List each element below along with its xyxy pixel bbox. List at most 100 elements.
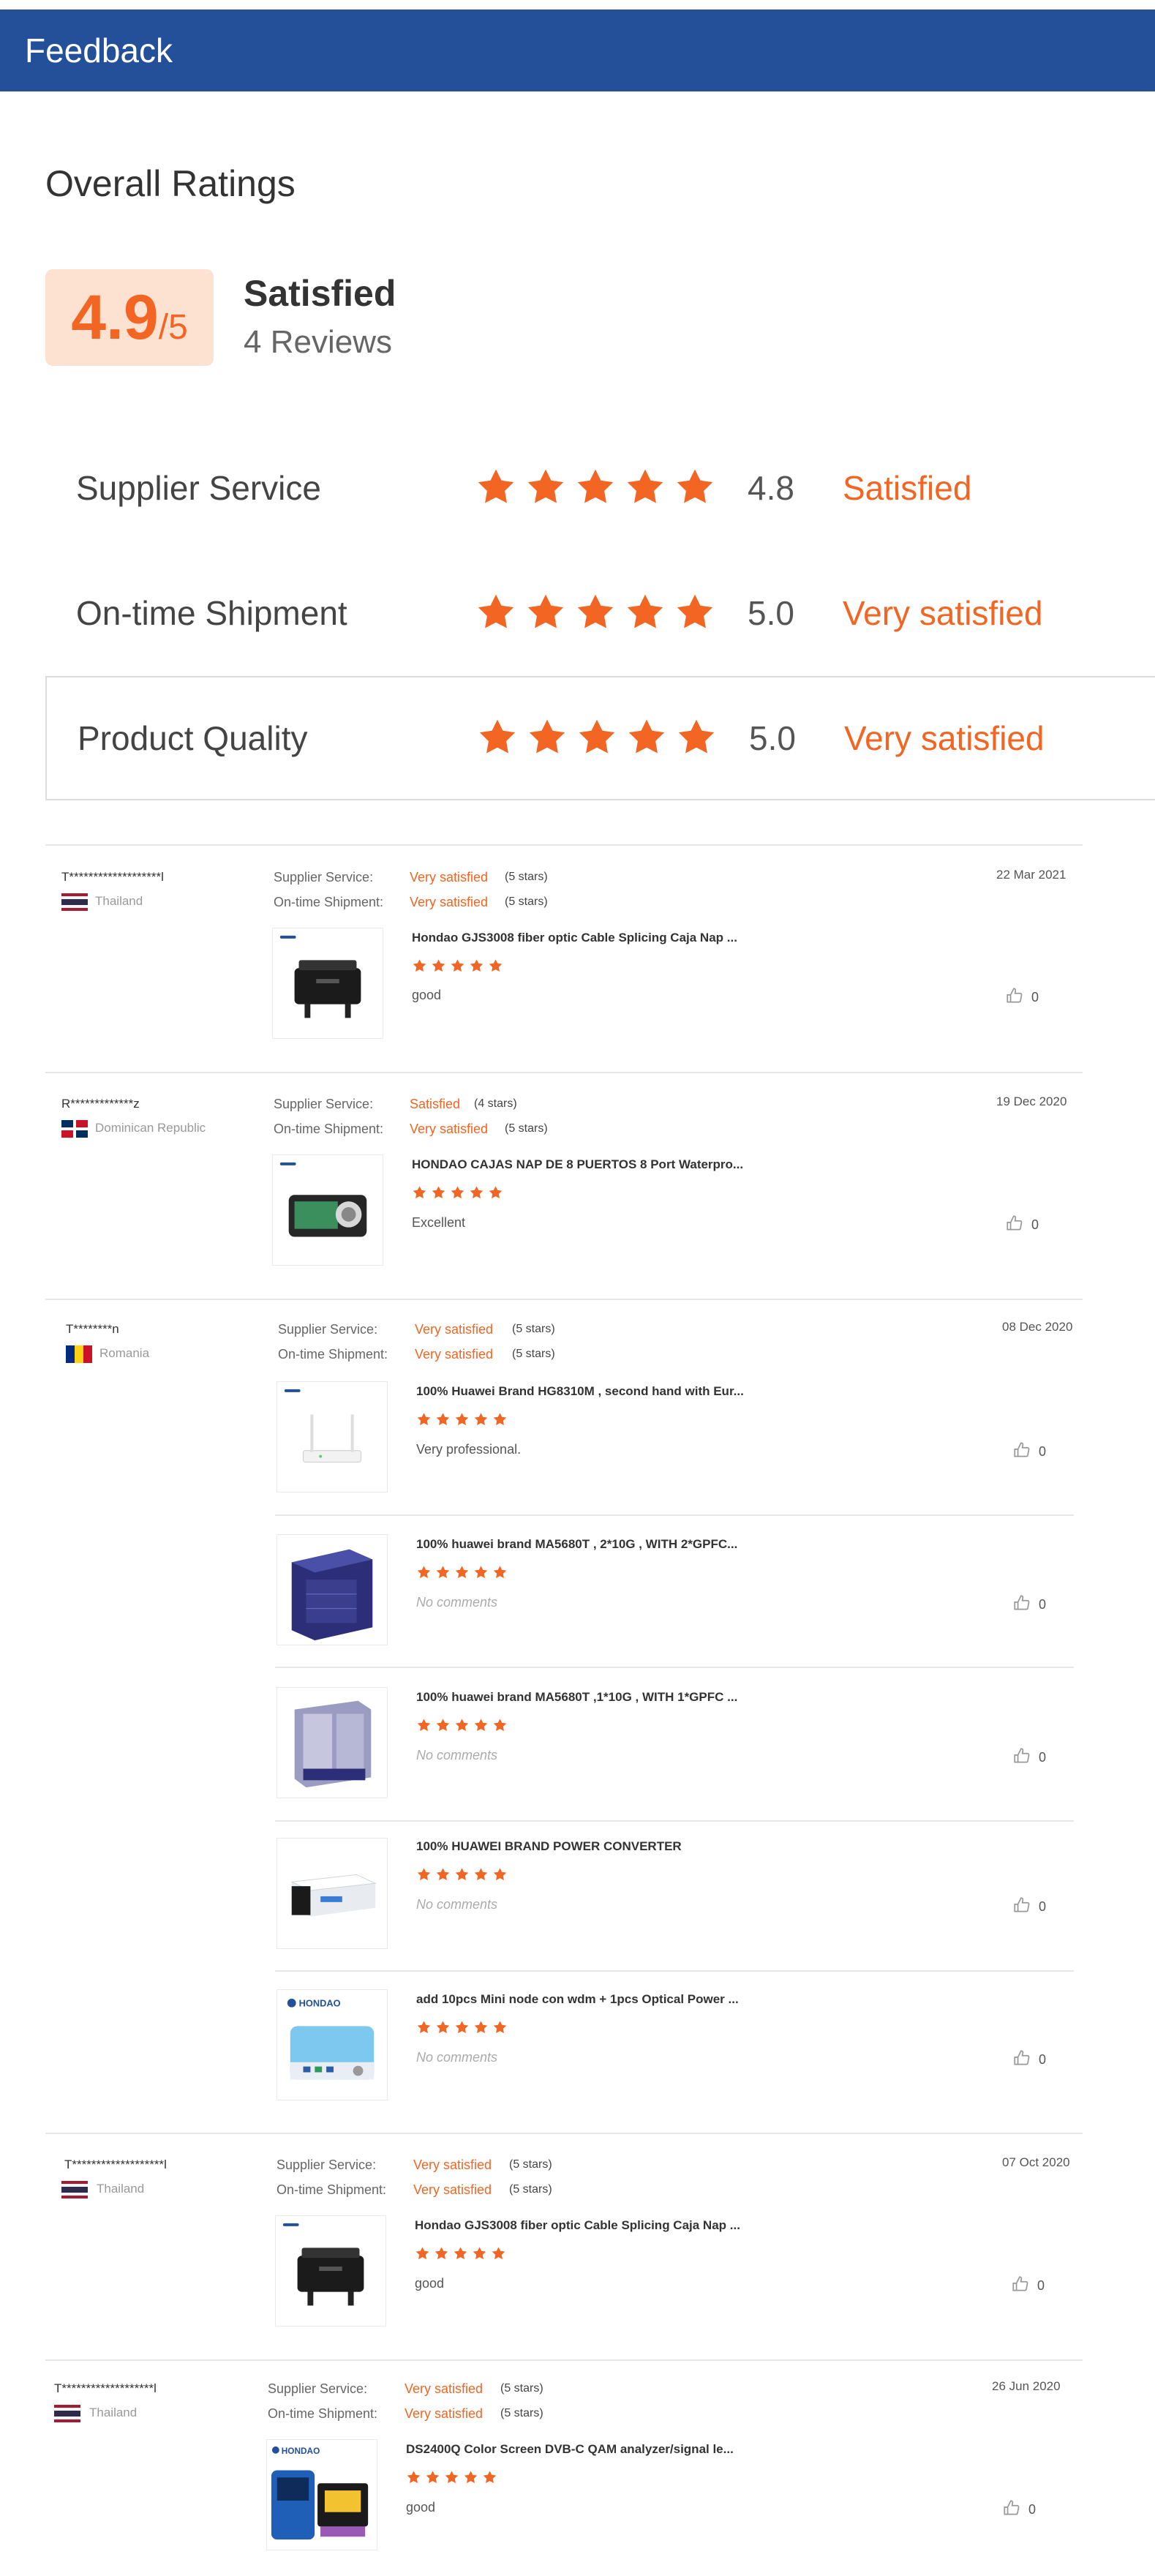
shipment-value: Very satisfied: [413, 2182, 492, 2197]
flag-romania-icon: [66, 1345, 92, 1363]
product-thumbnail[interactable]: HONDAO: [266, 2439, 377, 2550]
product-title[interactable]: 100% HUAWEI BRAND POWER CONVERTER: [416, 1839, 682, 1854]
like-count: 0: [1039, 2052, 1047, 2067]
like-count: 0: [1039, 1899, 1047, 1914]
review-comment: No comments: [416, 1897, 498, 1912]
star-icon: [474, 1413, 488, 1425]
supplier-service-value: Very satisfied: [405, 2381, 484, 2396]
metric-label: Product Quality: [78, 719, 308, 757]
supplier-service-value: Very satisfied: [413, 2158, 492, 2172]
star-icon: [493, 2021, 507, 2033]
supplier-service-stars: (5 stars): [512, 1323, 555, 1335]
svg-text:HONDAO: HONDAO: [282, 2446, 320, 2456]
star-icon: [527, 594, 564, 628]
star-icon: [627, 469, 663, 503]
product-title[interactable]: 100% huawei brand MA5680T ,1*10G , WITH …: [416, 1690, 737, 1705]
star-icon: [470, 959, 484, 972]
like-button[interactable]: 0: [1012, 1896, 1046, 1918]
thumbs-up-icon: [1012, 1896, 1031, 1918]
star-icon: [436, 1566, 450, 1578]
thumbs-up-icon: [1012, 2049, 1031, 2071]
product-thumbnail[interactable]: [276, 1381, 388, 1492]
item-divider: [275, 1820, 1074, 1822]
metric-label: Supplier Service: [76, 469, 321, 507]
review-comment: good: [406, 2500, 436, 2515]
product-title[interactable]: 100% Huawei Brand HG8310M , second hand …: [416, 1384, 744, 1399]
product-title[interactable]: 100% huawei brand MA5680T , 2*10G , WITH…: [416, 1537, 737, 1552]
product-title[interactable]: Hondao GJS3008 fiber optic Cable Splicin…: [415, 2218, 740, 2233]
flag-thailand-icon: [61, 2181, 88, 2198]
review-comment: No comments: [416, 1595, 498, 1610]
product-stars: [412, 1185, 503, 1201]
star-icon: [464, 2471, 478, 2483]
supplier-service-value: Very satisfied: [410, 870, 489, 885]
overall-score-max: /5: [158, 308, 188, 347]
like-button[interactable]: 0: [1011, 2275, 1045, 2297]
thumbs-up-icon: [1011, 2275, 1030, 2297]
star-icon: [432, 959, 445, 972]
star-icon: [579, 719, 615, 754]
metric-sentiment: Very satisfied: [843, 594, 1043, 632]
star-icon: [426, 2471, 440, 2483]
metric-stars: [474, 592, 717, 634]
product-thumbnail[interactable]: [276, 1687, 388, 1798]
star-icon: [577, 594, 614, 628]
star-icon: [493, 1566, 507, 1578]
like-button[interactable]: 0: [1012, 1441, 1046, 1463]
item-divider: [275, 1970, 1074, 1972]
product-thumbnail[interactable]: HONDAO: [276, 1989, 388, 2100]
star-icon: [489, 959, 503, 972]
product-title[interactable]: DS2400Q Color Screen DVB-C QAM analyzer/…: [406, 2442, 734, 2457]
metric-product-quality[interactable]: Product Quality 5.0 Very satisfied: [45, 676, 1155, 800]
product-title[interactable]: HONDAO CAJAS NAP DE 8 PUERTOS 8 Port Wat…: [412, 1157, 743, 1172]
product-thumbnail[interactable]: [272, 1154, 383, 1266]
supplier-service-stars: (5 stars): [500, 2382, 543, 2395]
like-count: 0: [1039, 1750, 1047, 1765]
product-title[interactable]: Hondao GJS3008 fiber optic Cable Splicin…: [412, 931, 737, 945]
review-date: 26 Jun 2020: [992, 2379, 1061, 2393]
metric-value: 5.0: [749, 719, 796, 757]
supplier-service-stars: (5 stars): [505, 871, 548, 883]
like-button[interactable]: 0: [1005, 1214, 1039, 1236]
like-button[interactable]: 0: [1005, 986, 1039, 1009]
divider: [45, 1299, 1083, 1300]
divider: [45, 844, 1083, 846]
product-thumbnail[interactable]: [272, 928, 383, 1039]
star-icon: [492, 2247, 505, 2259]
star-icon: [529, 719, 565, 754]
review-comment: good: [415, 2276, 445, 2291]
review-comment: good: [412, 988, 442, 1002]
star-icon: [479, 719, 516, 754]
divider: [45, 1072, 1083, 1073]
like-button[interactable]: 0: [1012, 1746, 1046, 1769]
star-icon: [455, 1719, 469, 1731]
like-button[interactable]: 0: [1012, 1593, 1046, 1616]
thumbs-up-icon: [1002, 2498, 1021, 2521]
shipment-value: Very satisfied: [410, 1122, 489, 1136]
star-icon: [451, 959, 464, 972]
review-date: 19 Dec 2020: [996, 1094, 1067, 1108]
svg-text:HONDAO: HONDAO: [299, 1998, 341, 2009]
review-date: 22 Mar 2021: [996, 868, 1066, 882]
reviewer-country: Romania: [99, 1346, 150, 1360]
product-title[interactable]: add 10pcs Mini node con wdm + 1pcs Optic…: [416, 1992, 739, 2007]
review-comment: Very professional.: [416, 1442, 522, 1457]
metric-on-time-shipment: On-time Shipment 5.0 Very satisfied: [45, 551, 1155, 675]
flag-dominican-republic-icon: [61, 1120, 88, 1138]
star-icon: [474, 1719, 488, 1731]
supplier-service-label: Supplier Service:: [274, 1097, 374, 1111]
star-icon: [678, 719, 715, 754]
like-button[interactable]: 0: [1012, 2049, 1046, 2071]
shipment-value: Very satisfied: [415, 1347, 494, 1362]
product-stars: [406, 2470, 497, 2485]
product-thumbnail[interactable]: [276, 1838, 388, 1949]
product-thumbnail[interactable]: [276, 1534, 388, 1645]
review-date: 08 Dec 2020: [1002, 1320, 1073, 1334]
reviewer-country: Thailand: [97, 2182, 145, 2196]
star-icon: [474, 1566, 488, 1578]
like-button[interactable]: 0: [1002, 2498, 1036, 2521]
feedback-header: Feedback: [0, 10, 1155, 91]
product-thumbnail[interactable]: [275, 2215, 386, 2327]
star-icon: [474, 2021, 488, 2033]
metric-stars: [474, 467, 717, 509]
